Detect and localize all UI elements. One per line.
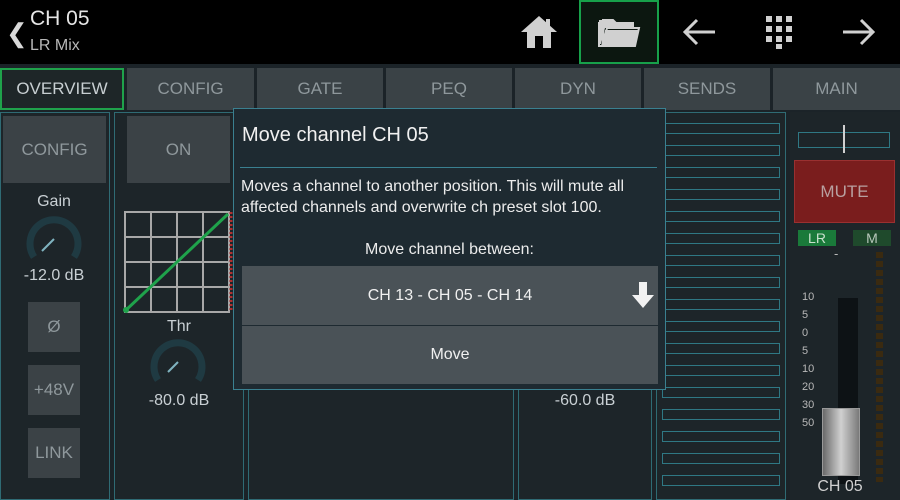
arrow-left-icon [682,18,715,46]
fader-channel-label: CH 05 [817,478,863,495]
dialog-divider [240,167,657,168]
gate-on-button[interactable]: ON [127,116,230,183]
fader-handle[interactable] [822,408,860,476]
send-row[interactable] [662,233,780,244]
folder-button[interactable] [579,0,659,64]
arrow-down-icon [632,282,654,308]
send-row[interactable] [662,409,780,420]
tab-main[interactable]: MAIN [773,68,900,110]
send-row[interactable] [662,299,780,310]
tab-sends[interactable]: SENDS [644,68,770,110]
scale-tick: 20 [802,381,815,393]
level-meter [876,252,883,482]
grid-button[interactable] [740,0,818,64]
lr-assign-button[interactable]: LR [798,230,836,246]
tab-gate[interactable]: GATE [257,68,383,110]
back-chevron-icon[interactable]: ❮ [6,18,28,49]
channel-title: CH 05 [30,7,90,30]
threshold-label: Thr [167,318,191,335]
grid-icon [766,16,792,49]
pan-handle[interactable] [843,125,845,153]
gain-value: -12.0 dB [23,267,85,284]
send-row[interactable] [662,211,780,222]
mono-assign-button[interactable]: M [853,230,891,246]
dyn-value: -60.0 dB [554,392,616,409]
send-row[interactable] [662,431,780,442]
channel-bus: LR Mix [30,37,80,54]
mute-button[interactable]: MUTE [794,160,895,223]
scale-tick: 30 [802,399,815,411]
channel-position-value: CH 13 - CH 05 - CH 14 [367,286,533,304]
next-button[interactable] [820,0,898,64]
move-button[interactable]: Move [242,326,658,384]
scale-tick: 10 [802,363,815,375]
tab-dyn[interactable]: DYN [515,68,641,110]
previous-button[interactable] [660,0,738,64]
link-button[interactable]: LINK [28,428,80,478]
dialog-title: Move channel CH 05 [242,124,429,146]
scale-tick: 0 [802,327,809,339]
send-row[interactable] [662,475,780,486]
send-row[interactable] [662,387,780,398]
home-button[interactable] [500,0,578,64]
phantom-power-button[interactable]: +48V [28,365,80,415]
send-row[interactable] [662,453,780,464]
send-row[interactable] [662,365,780,376]
send-row[interactable] [662,321,780,332]
home-icon [521,16,557,48]
dialog-description: Moves a channel to another position. Thi… [241,178,625,216]
send-row[interactable] [662,343,780,354]
fader-value: - [834,246,839,261]
tab-overview[interactable]: OVERVIEW [0,68,124,110]
tab-config[interactable]: CONFIG [127,68,254,110]
threshold-knob[interactable] [148,338,208,386]
send-row[interactable] [662,277,780,288]
scale-tick: 5 [802,345,809,357]
threshold-value: -80.0 dB [148,392,210,409]
scale-tick: 50 [802,417,815,429]
arrow-right-icon [843,18,876,46]
scale-tick: 10 [802,291,815,303]
phase-button[interactable]: Ø [28,302,80,352]
send-row[interactable] [662,189,780,200]
send-row[interactable] [662,123,780,134]
send-row[interactable] [662,167,780,178]
gain-label: Gain [37,193,71,210]
folder-icon [598,19,641,47]
send-row[interactable] [662,255,780,266]
send-row[interactable] [662,145,780,156]
dialog-subtitle: Move channel between: [365,241,534,258]
config-button[interactable]: CONFIG [3,116,106,183]
tab-peq[interactable]: PEQ [386,68,512,110]
channel-position-select[interactable]: CH 13 - CH 05 - CH 14 [242,266,658,325]
gain-knob[interactable] [24,215,84,263]
gate-graph [123,211,233,313]
move-channel-dialog: Move channel CH 05 Moves a channel to an… [233,108,666,390]
scale-tick: 5 [802,309,809,321]
